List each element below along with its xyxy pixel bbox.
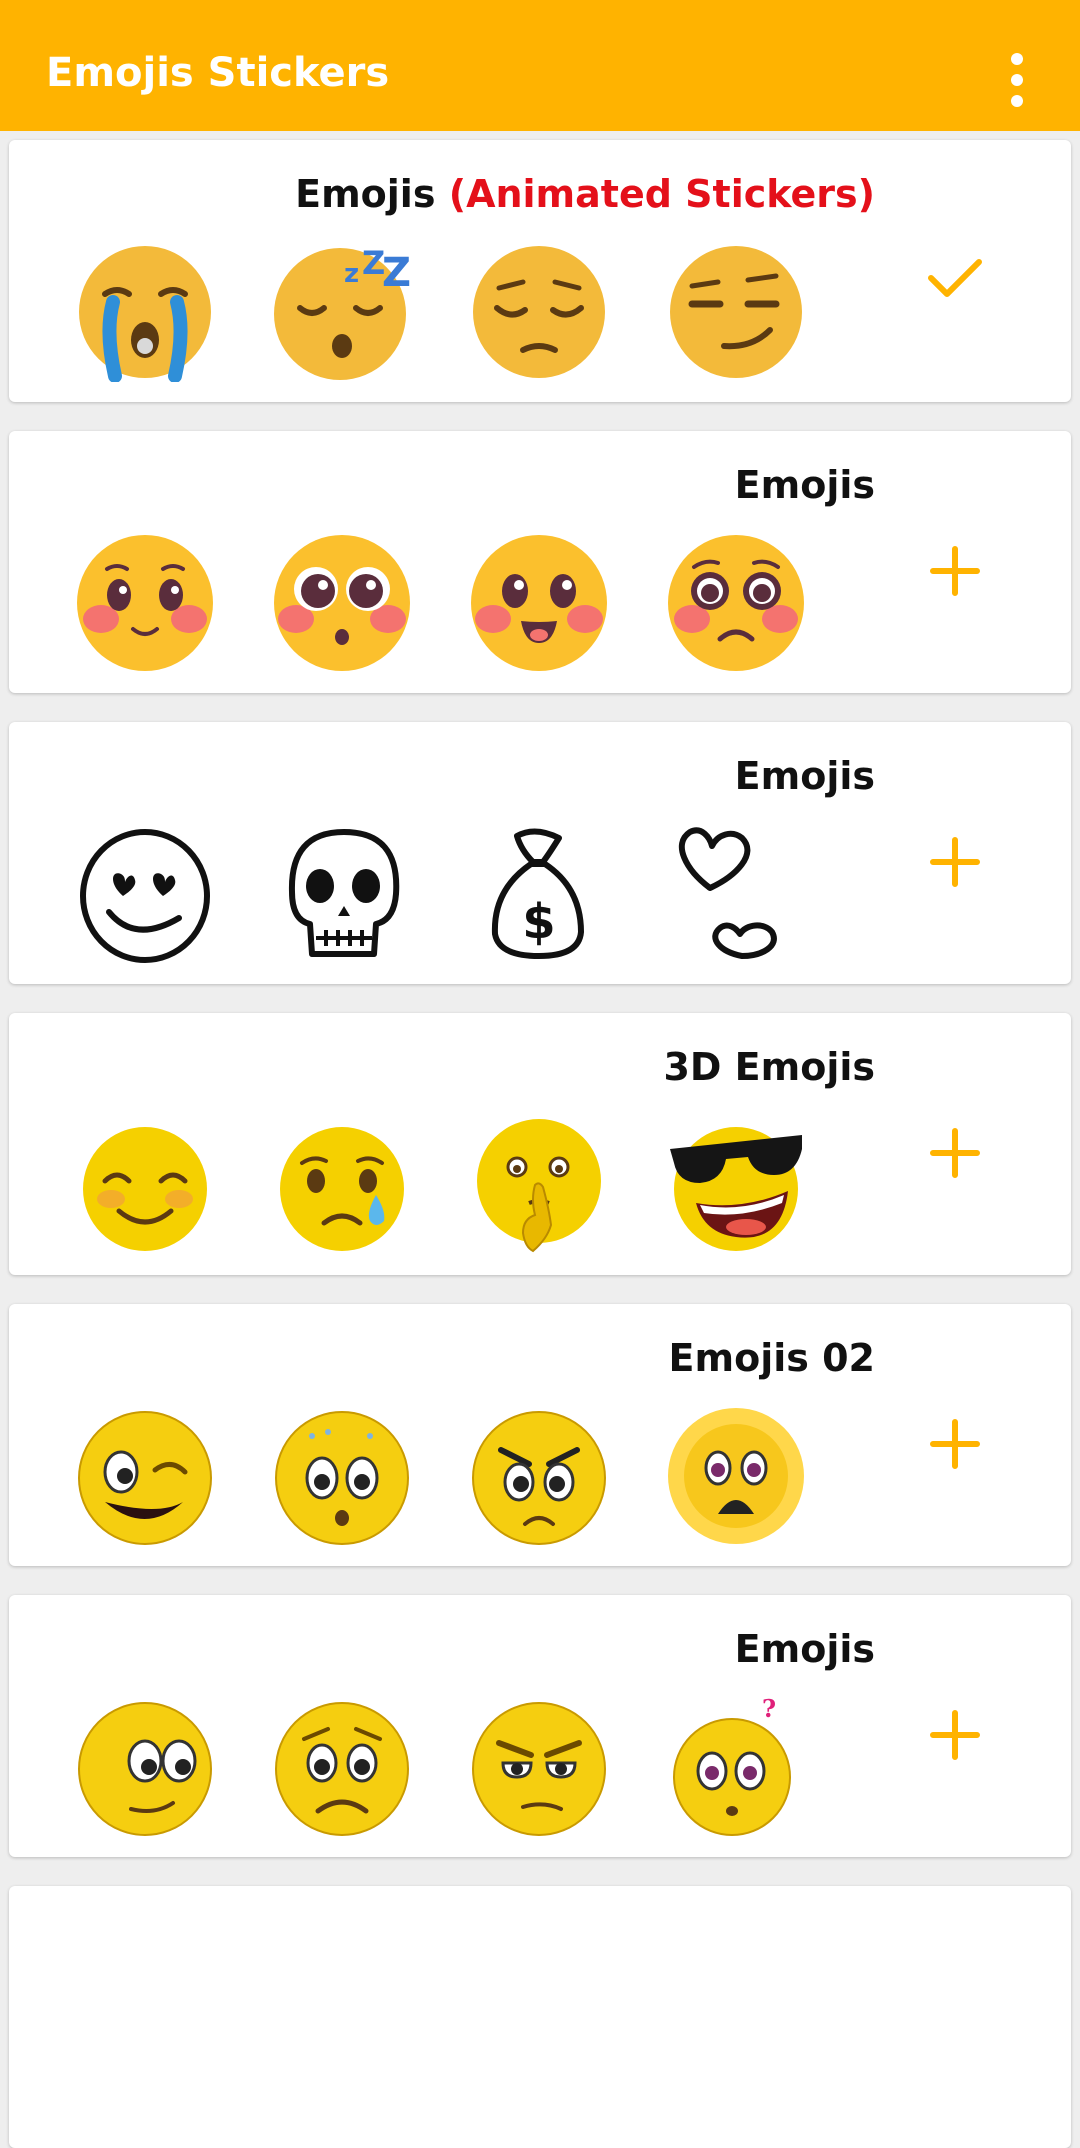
hearts-outline-sticker bbox=[666, 824, 806, 964]
add-icon[interactable] bbox=[923, 830, 987, 894]
blushing-surprised-sticker bbox=[272, 533, 412, 673]
sticker-pack-card[interactable]: 3D Emojis bbox=[9, 1013, 1071, 1275]
add-icon[interactable] bbox=[923, 1703, 987, 1767]
winking-face-sticker bbox=[75, 1406, 215, 1546]
sticker-pack-card[interactable]: Emojis 02 bbox=[9, 1304, 1071, 1566]
pack-title: Emojis bbox=[735, 463, 875, 507]
grumpy-face-sticker bbox=[469, 1697, 609, 1837]
sticker-preview-row: $ bbox=[75, 824, 835, 964]
check-icon[interactable] bbox=[923, 248, 987, 312]
crying-face-sticker bbox=[75, 242, 215, 382]
pack-title-text: 3D Emojis bbox=[663, 1045, 875, 1089]
angry-face-sticker bbox=[469, 1406, 609, 1546]
pack-title-text: Emojis bbox=[734, 754, 875, 798]
sticker-preview-row: z Z Z bbox=[75, 242, 835, 382]
svg-text:z: z bbox=[344, 259, 359, 289]
worried-face-sticker bbox=[272, 1697, 412, 1837]
app-title: Emojis Stickers bbox=[46, 50, 390, 96]
pack-title-highlight: (Animated Stickers) bbox=[448, 172, 875, 216]
svg-text:Z: Z bbox=[382, 250, 411, 296]
pack-title: Emojis (Animated Stickers) bbox=[295, 172, 875, 216]
blushing-smile-sticker bbox=[75, 533, 215, 673]
add-icon[interactable] bbox=[923, 1121, 987, 1185]
side-eye-face-sticker bbox=[75, 1697, 215, 1837]
shush-3d-sticker bbox=[469, 1115, 609, 1255]
pack-title: 3D Emojis bbox=[663, 1045, 875, 1089]
blushing-grin-sticker bbox=[469, 533, 609, 673]
blushing-sad-sticker bbox=[666, 533, 806, 673]
money-bag-outline-sticker: $ bbox=[469, 824, 609, 964]
more-vert-icon[interactable] bbox=[998, 52, 1036, 108]
pack-title: Emojis bbox=[735, 754, 875, 798]
sticker-pack-card[interactable]: Emojis $ bbox=[9, 722, 1071, 984]
sticker-pack-card[interactable]: Emojis (Animated Stickers) z Z Z bbox=[9, 140, 1071, 402]
pack-title-text: Emojis bbox=[734, 463, 875, 507]
pack-title: Emojis bbox=[735, 1627, 875, 1671]
pack-title-text: Emojis bbox=[734, 1627, 875, 1671]
add-icon[interactable] bbox=[923, 1412, 987, 1476]
sunglasses-3d-sticker bbox=[666, 1115, 806, 1255]
pack-title-text: Emojis bbox=[295, 172, 436, 216]
sticker-pack-card[interactable]: Emojis bbox=[9, 431, 1071, 693]
svg-text:?: ? bbox=[762, 1697, 776, 1723]
sticker-preview-row bbox=[75, 1406, 835, 1546]
pensive-face-sticker bbox=[469, 242, 609, 382]
sticker-preview-row bbox=[75, 1115, 835, 1255]
add-icon[interactable] bbox=[923, 539, 987, 603]
confused-face-sticker: ? bbox=[666, 1697, 806, 1837]
pack-title: Emojis 02 bbox=[669, 1336, 875, 1380]
svg-text:$: $ bbox=[522, 894, 555, 950]
smirking-face-sticker bbox=[666, 242, 806, 382]
skull-outline-sticker bbox=[272, 824, 412, 964]
shocked-sun-face-sticker bbox=[666, 1406, 806, 1546]
smiling-3d-sticker bbox=[75, 1115, 215, 1255]
app-bar: Emojis Stickers bbox=[0, 0, 1080, 131]
nervous-face-sticker bbox=[272, 1406, 412, 1546]
sticker-preview-row: ? bbox=[75, 1697, 835, 1837]
sticker-pack-card-partial[interactable] bbox=[9, 1886, 1071, 2148]
tear-3d-sticker bbox=[272, 1115, 412, 1255]
pack-title-text: Emojis 02 bbox=[668, 1336, 875, 1380]
sticker-preview-row bbox=[75, 533, 835, 673]
sleeping-face-sticker: z Z Z bbox=[272, 242, 412, 382]
sticker-pack-card[interactable]: Emojis bbox=[9, 1595, 1071, 1857]
heart-eyes-outline-sticker bbox=[75, 824, 215, 964]
